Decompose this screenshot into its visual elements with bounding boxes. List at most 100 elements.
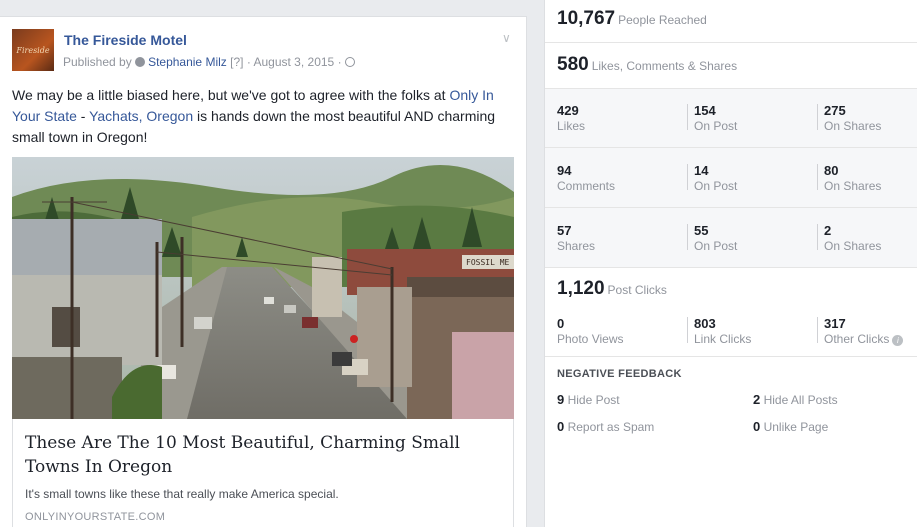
post-text-part: We may be a little biased here, but we'v… <box>12 87 450 103</box>
photo-views: 0 Photo Views <box>557 316 677 347</box>
author-tag[interactable]: [?] <box>230 55 243 69</box>
published-by-label: Published by <box>63 55 132 69</box>
post-text-dash: - <box>76 108 90 124</box>
link-preview-image[interactable]: FOSSIL ME <box>12 157 514 419</box>
photo-views-value: 0 <box>557 316 565 331</box>
comments-label: Comments <box>557 179 616 193</box>
page-avatar[interactable]: Fireside <box>12 29 54 71</box>
likes-on-shares-value: 275 <box>824 103 846 118</box>
likes-on-post-label: On Post <box>694 119 738 133</box>
cell-divider <box>687 224 688 250</box>
photo-views-label: Photo Views <box>557 332 624 346</box>
link-clicks-label: Link Clicks <box>694 332 752 346</box>
post-clicks-value: 1,120 <box>557 278 605 299</box>
town-street-photo: FOSSIL ME <box>12 157 514 419</box>
post-clicks: 1,120 Post Clicks <box>557 278 667 300</box>
shares-value: 57 <box>557 223 572 238</box>
engagement-total: 580 Likes, Comments & Shares <box>557 54 737 76</box>
divider <box>545 88 917 89</box>
link-clicks: 803 Link Clicks <box>694 316 814 347</box>
other-clicks: 317 Other Clicks i <box>824 316 917 347</box>
gear-icon <box>135 57 146 67</box>
divider <box>545 42 917 43</box>
author-link[interactable]: Stephanie Milz <box>148 55 227 69</box>
likes-on-shares-label: On Shares <box>824 119 882 133</box>
post-text: We may be a little biased here, but we'v… <box>12 85 512 148</box>
cell-divider <box>687 164 688 190</box>
post-insights-panel: 10,767 People Reached 580 Likes, Comments … <box>544 0 917 527</box>
cell-divider <box>817 164 818 190</box>
likes-total: 429 Likes <box>557 103 677 134</box>
cell-divider <box>687 104 688 130</box>
likes-on-shares: 275 On Shares <box>824 103 917 134</box>
comments-on-post: 14 On Post <box>694 163 814 194</box>
meta-separator: · <box>246 55 251 69</box>
cell-divider <box>687 317 688 343</box>
link-preview-box[interactable]: These Are The 10 Most Beautiful, Charmin… <box>12 419 514 527</box>
post-meta: Published by Stephanie Milz [?] · August… <box>63 55 355 69</box>
post-card: Fireside The Fireside Motel Published by… <box>0 16 527 527</box>
negative-feedback-title: NEGATIVE FEEDBACK <box>557 368 682 380</box>
shares-on-post-label: On Post <box>694 239 738 253</box>
divider <box>545 267 917 268</box>
link-clicks-value: 803 <box>694 316 716 331</box>
shares-on-post: 55 On Post <box>694 223 814 254</box>
meta-separator: · <box>337 55 342 69</box>
divider <box>545 147 917 148</box>
people-reached-label: People Reached <box>618 13 707 27</box>
link-preview-domain: ONLYINYOURSTATE.COM <box>25 511 166 523</box>
people-reached: 10,767 People Reached <box>557 8 707 30</box>
mention-link-yachats-oregon[interactable]: Yachats, Oregon <box>89 108 193 124</box>
comments-on-shares-label: On Shares <box>824 179 882 193</box>
likes-on-post-value: 154 <box>694 103 716 118</box>
chevron-down-icon[interactable]: ∨ <box>502 31 511 45</box>
link-preview-title[interactable]: These Are The 10 Most Beautiful, Charmin… <box>25 431 495 479</box>
hide-post-value: 9 <box>557 392 565 407</box>
comments-on-post-label: On Post <box>694 179 738 193</box>
post-clicks-label: Post Clicks <box>607 283 667 297</box>
hide-all-posts-count: 2 Hide All Posts <box>753 392 838 407</box>
info-icon[interactable]: i <box>892 335 904 346</box>
link-preview-description: It's small towns like these that really … <box>25 487 339 501</box>
unlike-page-label: Unlike Page <box>763 420 829 434</box>
hide-all-posts-label: Hide All Posts <box>763 393 838 407</box>
people-reached-value: 10,767 <box>557 8 616 29</box>
likes-on-post: 154 On Post <box>694 103 814 134</box>
other-clicks-value: 317 <box>824 316 846 331</box>
page-name-link[interactable]: The Fireside Motel <box>64 32 187 48</box>
cell-divider <box>817 104 818 130</box>
engagement-value: 580 <box>557 54 589 75</box>
engagement-label: Likes, Comments & Shares <box>591 59 738 73</box>
post-date[interactable]: August 3, 2015 <box>253 55 334 69</box>
hide-all-posts-value: 2 <box>753 392 761 407</box>
likes-label: Likes <box>557 119 586 133</box>
other-clicks-label-wrap: Other Clicks i <box>824 331 917 347</box>
likes-value: 429 <box>557 103 579 118</box>
report-spam-label: Report as Spam <box>567 420 655 434</box>
shares-on-shares: 2 On Shares <box>824 223 917 254</box>
divider <box>545 356 917 357</box>
comments-total: 94 Comments <box>557 163 677 194</box>
shares-on-shares-label: On Shares <box>824 239 882 253</box>
report-spam-count: 0 Report as Spam <box>557 419 654 434</box>
hide-post-label: Hide Post <box>567 393 620 407</box>
report-spam-value: 0 <box>557 419 565 434</box>
hide-post-count: 9 Hide Post <box>557 392 620 407</box>
cell-divider <box>817 317 818 343</box>
comments-on-shares-value: 80 <box>824 163 839 178</box>
shares-on-post-value: 55 <box>694 223 709 238</box>
comments-value: 94 <box>557 163 572 178</box>
comments-on-post-value: 14 <box>694 163 709 178</box>
globe-icon <box>344 57 355 67</box>
cell-divider <box>817 224 818 250</box>
divider <box>545 207 917 208</box>
unlike-page-count: 0 Unlike Page <box>753 419 828 434</box>
storefront-sign-text: FOSSIL ME <box>466 258 510 267</box>
unlike-page-value: 0 <box>753 419 761 434</box>
shares-label: Shares <box>557 239 596 253</box>
shares-total: 57 Shares <box>557 223 677 254</box>
other-clicks-label: Other Clicks <box>824 332 890 346</box>
avatar-logo-text: Fireside <box>16 45 50 55</box>
shares-on-shares-value: 2 <box>824 223 832 238</box>
comments-on-shares: 80 On Shares <box>824 163 917 194</box>
